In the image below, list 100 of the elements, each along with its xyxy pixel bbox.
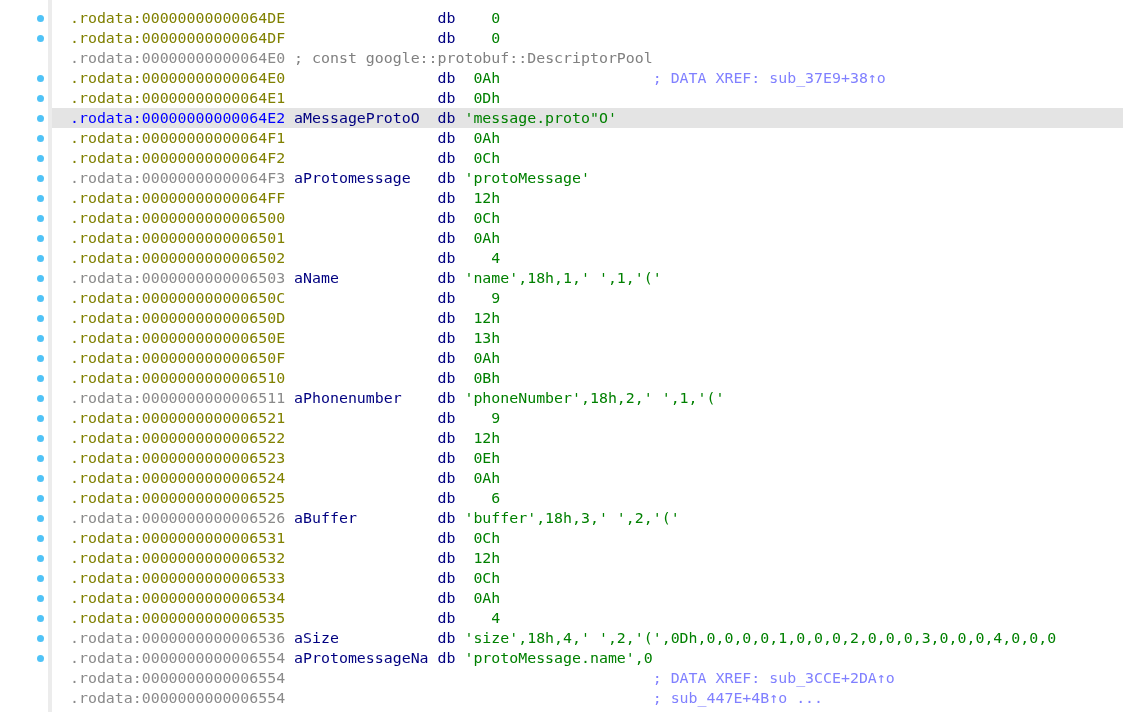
mnemonic-text: db [437,129,456,147]
mnemonic-text: db [437,309,456,327]
listing-line[interactable]: .rodata:00000000000064E0 ; const google::protobuf::DescriptorPool [52,48,1123,68]
comment-text: ; DATA XREF: sub_3CCE+2DA↑o [652,669,895,687]
listing-line[interactable]: .rodata:00000000000064DE db 0 [52,8,1123,28]
operand-text: 0Ah [472,129,501,147]
mnemonic-text: db [437,489,456,507]
address-text: .rodata:0000000000006510 [70,369,286,387]
listing-line[interactable]: .rodata:0000000000006500 db 0Ch [52,208,1123,228]
listing-line[interactable]: .rodata:0000000000006532 db 12h [52,548,1123,568]
mnemonic-text: db [437,469,456,487]
operand-text: 12h [472,429,501,447]
address-text: .rodata:00000000000064DF [70,29,286,47]
address-text: .rodata:00000000000064E0 [70,49,286,67]
mnemonic-text: db [437,609,456,627]
operand-text: 0Ch [472,149,501,167]
address-text: .rodata:00000000000064E1 [70,89,286,107]
address-text: .rodata:0000000000006536 [70,629,286,647]
address-text: .rodata:00000000000064F3 [70,169,286,187]
operand-text: 0Ch [472,209,501,227]
label-text: aSize [294,629,339,647]
mnemonic-text: db [437,189,456,207]
address-text: .rodata:0000000000006554 [70,669,286,687]
address-text: .rodata:00000000000064E2 [70,109,286,127]
operand-text: 4 [490,609,501,627]
address-text: .rodata:0000000000006534 [70,589,286,607]
address-text: .rodata:0000000000006535 [70,609,286,627]
comment-text: ; sub_447E+4B↑o ... [652,689,824,707]
operand-text: 12h [472,549,501,567]
listing-line[interactable]: .rodata:00000000000064F1 db 0Ah [52,128,1123,148]
listing-line[interactable]: .rodata:0000000000006501 db 0Ah [52,228,1123,248]
listing-line[interactable]: .rodata:00000000000064E0 db 0Ah ; DATA XREF: sub_37E9+38↑o [52,68,1123,88]
listing-line[interactable]: .rodata:0000000000006531 db 0Ch [52,528,1123,548]
listing-line[interactable]: .rodata:000000000000650C db 9 [52,288,1123,308]
listing-line[interactable]: .rodata:0000000000006554 ; sub_447E+4B↑o ... [52,688,1123,708]
address-text: .rodata:00000000000064FF [70,189,286,207]
listing-line[interactable]: .rodata:000000000000650D db 12h [52,308,1123,328]
mnemonic-text: db [437,69,456,87]
operand-text: 0Dh [472,89,501,107]
address-text: .rodata:0000000000006526 [70,509,286,527]
comment-text: ; const google::protobuf::DescriptorPool [294,49,653,67]
listing-line[interactable]: .rodata:0000000000006554 aProtomessageNa db 'protoMessage.name',0 [52,648,1123,668]
address-text: .rodata:0000000000006500 [70,209,286,227]
listing-line[interactable]: .rodata:000000000000650F db 0Ah [52,348,1123,368]
operand-text: 4 [490,249,501,267]
operand-text: 0Ah [472,69,501,87]
listing-line[interactable]: .rodata:0000000000006522 db 12h [52,428,1123,448]
operand-text: 'phoneNumber',18h,2,' ',1,'(' [464,389,725,407]
operand-text: 0Ah [472,469,501,487]
mnemonic-text: db [437,329,456,347]
operand-text: 0Ch [472,529,501,547]
listing-line[interactable]: .rodata:0000000000006510 db 0Bh [52,368,1123,388]
listing-line[interactable]: .rodata:0000000000006521 db 9 [52,408,1123,428]
listing-line[interactable]: .rodata:0000000000006533 db 0Ch [52,568,1123,588]
listing-line[interactable]: .rodata:0000000000006535 db 4 [52,608,1123,628]
address-text: .rodata:000000000000650E [70,329,286,347]
listing-line[interactable]: .rodata:0000000000006526 aBuffer db 'buffer',18h,3,' ',2,'(' [52,508,1123,528]
comment-text: ; DATA XREF: sub_37E9+38↑o [652,69,886,87]
address-text: .rodata:0000000000006524 [70,469,286,487]
mnemonic-text: db [437,269,456,287]
listing-line[interactable]: .rodata:0000000000006502 db 4 [52,248,1123,268]
listing-line[interactable]: .rodata:0000000000006503 aName db 'name',18h,1,' ',1,'(' [52,268,1123,288]
address-text: .rodata:0000000000006533 [70,569,286,587]
listing-line[interactable]: .rodata:00000000000064F3 aProtomessage db 'protoMessage' [52,168,1123,188]
label-text: aName [294,269,339,287]
address-text: .rodata:0000000000006511 [70,389,286,407]
mnemonic-text: db [437,149,456,167]
address-text: .rodata:00000000000064DE [70,9,286,27]
listing-line[interactable]: .rodata:0000000000006524 db 0Ah [52,468,1123,488]
mnemonic-text: db [437,409,456,427]
listing-line[interactable]: .rodata:0000000000006536 aSize db 'size',18h,4,' ',2,'(',0Dh,0,0,0,0,1,0,0,0,2,0,0,0,3,0,0,0,4,0,0,0 [52,628,1123,648]
listing-line[interactable]: .rodata:0000000000006534 db 0Ah [52,588,1123,608]
address-text: .rodata:00000000000064F2 [70,149,286,167]
operand-text: 9 [490,409,501,427]
mnemonic-text: db [437,9,456,27]
listing-line[interactable]: .rodata:00000000000064DF db 0 [52,28,1123,48]
mnemonic-text: db [437,29,456,47]
label-text: aPhonenumber [294,389,402,407]
listing-line[interactable]: .rodata:0000000000006554 ; DATA XREF: sub_3CCE+2DA↑o [52,668,1123,688]
address-text: .rodata:0000000000006502 [70,249,286,267]
mnemonic-text: db [437,289,456,307]
operand-text: 'buffer',18h,3,' ',2,'(' [464,509,680,527]
address-text: .rodata:0000000000006554 [70,689,286,707]
mnemonic-text: db [437,349,456,367]
listing-line[interactable]: .rodata:0000000000006511 aPhonenumber db 'phoneNumber',18h,2,' ',1,'(' [52,388,1123,408]
listing-line[interactable]: .rodata:00000000000064E1 db 0Dh [52,88,1123,108]
address-text: .rodata:0000000000006501 [70,229,286,247]
address-text: .rodata:000000000000650C [70,289,286,307]
listing-line[interactable]: .rodata:0000000000006525 db 6 [52,488,1123,508]
label-text: aMessageProtoO [294,109,420,127]
operand-text: 'protoMessage.name',0 [464,649,653,667]
address-text: .rodata:0000000000006521 [70,409,286,427]
listing-line[interactable]: .rodata:000000000000650E db 13h [52,328,1123,348]
label-text: aProtomessage [294,169,411,187]
mnemonic-text: db [437,369,456,387]
listing-line[interactable]: .rodata:0000000000006523 db 0Eh [52,448,1123,468]
listing-line[interactable]: .rodata:00000000000064F2 db 0Ch [52,148,1123,168]
operand-text: 12h [472,189,501,207]
listing-line[interactable]: .rodata:00000000000064FF db 12h [52,188,1123,208]
mnemonic-text: db [437,429,456,447]
